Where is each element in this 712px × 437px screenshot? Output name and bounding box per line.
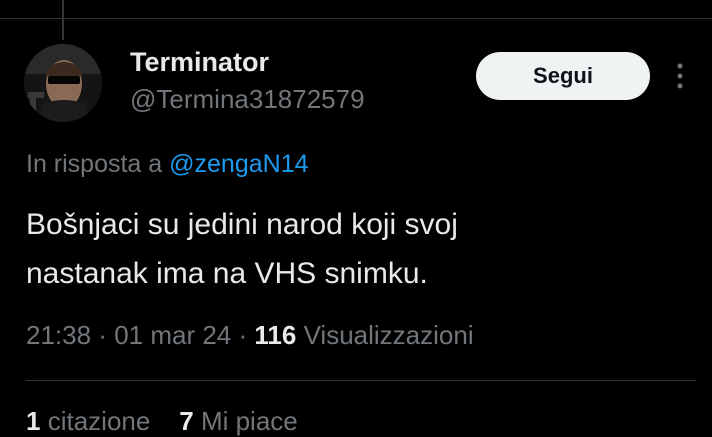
top-divider [0, 18, 712, 19]
tweet-text-line-2: nastanak ima na VHS snimku. [26, 257, 428, 290]
meta-separator: · [91, 320, 115, 350]
more-vertical-icon[interactable] [670, 62, 690, 90]
tweet-date[interactable]: 01 mar 24 [114, 320, 231, 350]
views-label: Visualizzazioni [303, 320, 474, 350]
tweet-meta: 21:38 · 01 mar 24 · 116 Visualizzazioni [26, 320, 474, 351]
author-display-name[interactable]: Terminator [130, 47, 269, 78]
author-handle[interactable]: @Termina31872579 [130, 84, 365, 115]
tweet-stats: 1 citazione 7 Mi piace [26, 406, 298, 437]
reply-prefix: In risposta a [26, 150, 163, 178]
likes-count[interactable]: 7 [179, 406, 193, 436]
views-count: 116 [254, 320, 297, 350]
quotes-label[interactable]: citazione [48, 406, 151, 436]
tweet-text: Bošnjaci su jedini narod koji svoj nasta… [26, 200, 686, 298]
tweet-text-line-1: Bošnjaci su jedini narod koji svoj [26, 208, 458, 241]
avatar-terminator-icon [24, 44, 102, 122]
thread-connector-line [62, 0, 64, 40]
meta-separator: · [231, 320, 255, 350]
tweet-time[interactable]: 21:38 [26, 320, 91, 350]
likes-label[interactable]: Mi piace [201, 406, 298, 436]
reply-mention-link[interactable]: @zengaN14 [169, 150, 308, 178]
follow-button[interactable]: Segui [476, 52, 650, 100]
stats-divider [26, 380, 696, 381]
avatar[interactable] [24, 44, 102, 122]
reply-context: In risposta a @zengaN14 [26, 150, 309, 179]
quotes-count[interactable]: 1 [26, 406, 40, 436]
